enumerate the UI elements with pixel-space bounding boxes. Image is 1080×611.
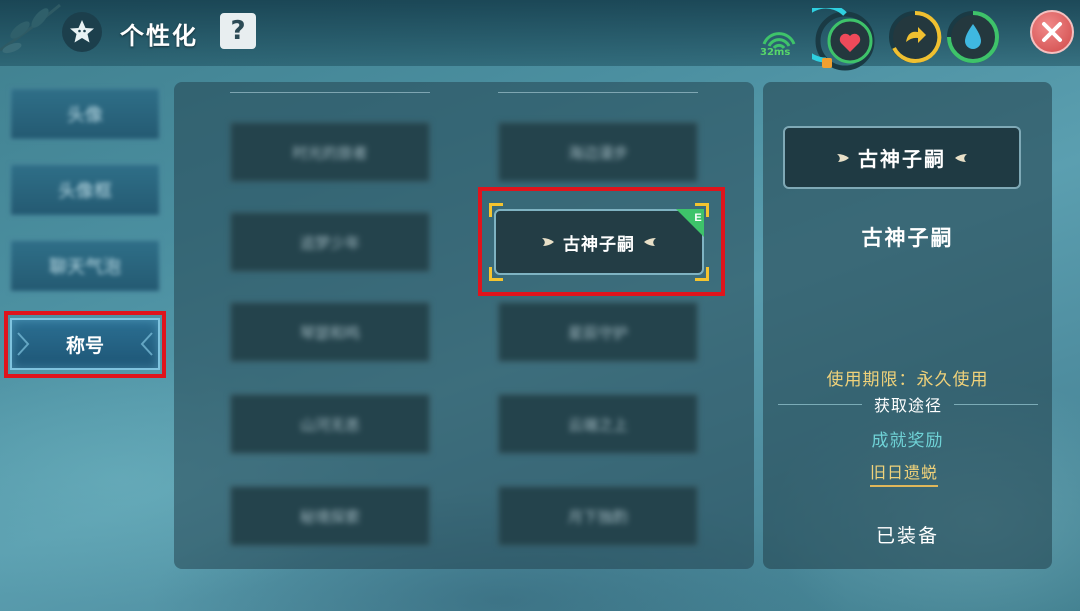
title-cell[interactable]: 云端之上	[498, 394, 698, 454]
validity-text: 使用期限：永久使用	[826, 370, 989, 390]
water-gauge	[944, 8, 1002, 66]
selection-corner	[489, 267, 503, 281]
equipped-badge-icon: E	[676, 209, 704, 237]
wifi-signal-icon	[762, 32, 796, 50]
wing-left-icon	[837, 153, 849, 162]
wing-left-icon	[542, 238, 554, 246]
close-icon	[1042, 22, 1062, 42]
divider	[778, 403, 862, 405]
tab-avatar-frame[interactable]: 头像框	[10, 164, 160, 216]
equip-badge-letter: E	[694, 212, 701, 224]
wing-right-icon	[644, 238, 656, 246]
health-gauge	[796, 3, 875, 71]
preview-title-text: 古神子嗣	[858, 147, 946, 171]
divider	[498, 92, 698, 93]
title-cell[interactable]: 秘境探索	[230, 486, 430, 546]
divider	[230, 92, 430, 93]
selection-corner	[695, 267, 709, 281]
title-cell-selected[interactable]: 古神子嗣	[494, 209, 704, 275]
tab-chat-bubble[interactable]: 聊天气泡	[10, 240, 160, 292]
page-title: 个性化	[120, 22, 198, 50]
stamina-gauge	[886, 8, 944, 66]
source-link[interactable]: 旧日遗蜕	[870, 459, 939, 487]
title-cell[interactable]: 海边漫步	[498, 122, 698, 182]
selected-title-label: 古神子嗣	[563, 234, 635, 255]
personalize-star-icon	[62, 12, 102, 52]
tab-avatar[interactable]: 头像	[10, 88, 160, 140]
close-button[interactable]	[1030, 10, 1074, 54]
wing-right-icon	[955, 153, 967, 162]
title-name: 古神子嗣	[861, 226, 954, 250]
leaf-decoration-icon	[0, 3, 61, 54]
equip-status-button[interactable]: 已装备	[763, 521, 1052, 548]
title-cell[interactable]: 月下独酌	[498, 486, 698, 546]
tab-highlight-box	[4, 311, 166, 378]
title-cell[interactable]: 时光的旅者	[230, 122, 430, 182]
ping-readout: 32ms	[760, 47, 791, 58]
title-preview: 古神子嗣	[783, 126, 1021, 189]
source-heading: 获取途径	[874, 396, 943, 415]
source-heading-row: 获取途径	[778, 393, 1039, 415]
title-cell[interactable]: 星辰守护	[498, 302, 698, 362]
title-cell[interactable]: 山河无恙	[230, 394, 430, 454]
selection-corner	[489, 203, 503, 217]
title-cell[interactable]: 琴瑟和鸣	[230, 302, 430, 362]
divider	[954, 403, 1039, 405]
source-category: 成就奖励	[871, 431, 944, 451]
title-cell[interactable]: 追梦少年	[230, 212, 430, 272]
help-button[interactable]: ?	[220, 13, 256, 49]
